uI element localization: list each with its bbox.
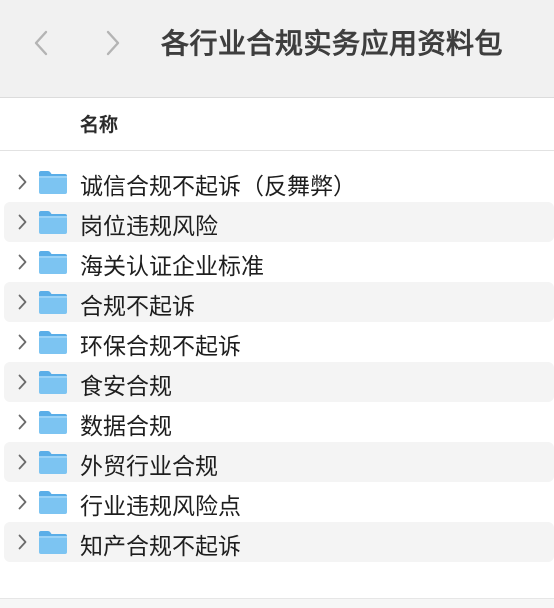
folder-name: 海关认证企业标准 [80, 254, 264, 280]
folder-icon [39, 371, 67, 394]
folder-name: 诚信合规不起诉（反舞弊） [80, 174, 356, 200]
folder-icon [39, 531, 67, 554]
folder-name: 食安合规 [80, 374, 172, 400]
folder-name: 行业违规风险点 [80, 494, 241, 520]
folder-name: 岗位违规风险 [80, 214, 218, 240]
back-button[interactable] [26, 26, 56, 60]
folder-name: 合规不起诉 [80, 294, 195, 320]
folder-icon [39, 491, 67, 514]
disclosure-chevron-icon[interactable] [16, 372, 28, 392]
folder-icon [39, 291, 67, 314]
folder-name: 知产合规不起诉 [80, 534, 241, 560]
folder-icon [39, 211, 67, 234]
toolbar: 各行业合规实务应用资料包 [0, 0, 554, 98]
name-column-header[interactable]: 名称 [80, 110, 118, 137]
status-bar [0, 598, 554, 608]
list-item[interactable]: 食安合规 [4, 362, 554, 402]
list-item[interactable]: 环保合规不起诉 [4, 322, 554, 362]
folder-icon [39, 331, 67, 354]
disclosure-chevron-icon[interactable] [16, 492, 28, 512]
list-item[interactable]: 知产合规不起诉 [4, 522, 554, 562]
folder-list: 诚信合规不起诉（反舞弊） 岗位违规风险 海关认证企业标准 合规不起诉 环保合规不… [0, 162, 554, 562]
window-title: 各行业合规实务应用资料包 [161, 27, 504, 60]
chevron-right-icon [106, 30, 120, 56]
folder-name: 环保合规不起诉 [80, 334, 241, 360]
disclosure-chevron-icon[interactable] [16, 332, 28, 352]
folder-icon [39, 411, 67, 434]
list-item[interactable]: 诚信合规不起诉（反舞弊） [4, 162, 554, 202]
disclosure-chevron-icon[interactable] [16, 252, 28, 272]
forward-button[interactable] [98, 26, 128, 60]
disclosure-chevron-icon[interactable] [16, 412, 28, 432]
list-item[interactable]: 岗位违规风险 [4, 202, 554, 242]
disclosure-chevron-icon[interactable] [16, 452, 28, 472]
disclosure-chevron-icon[interactable] [16, 532, 28, 552]
finder-window: 各行业合规实务应用资料包 名称 诚信合规不起诉（反舞弊） 岗位违规风险 海关认证… [0, 0, 554, 608]
list-item[interactable]: 合规不起诉 [4, 282, 554, 322]
folder-name: 外贸行业合规 [80, 454, 218, 480]
folder-icon [39, 171, 67, 194]
folder-name: 数据合规 [80, 414, 172, 440]
list-item[interactable]: 外贸行业合规 [4, 442, 554, 482]
list-item[interactable]: 数据合规 [4, 402, 554, 442]
disclosure-chevron-icon[interactable] [16, 212, 28, 232]
chevron-left-icon [34, 30, 48, 56]
disclosure-chevron-icon[interactable] [16, 292, 28, 312]
disclosure-chevron-icon[interactable] [16, 172, 28, 192]
list-item[interactable]: 海关认证企业标准 [4, 242, 554, 282]
list-item[interactable]: 行业违规风险点 [4, 482, 554, 522]
folder-icon [39, 251, 67, 274]
list-header[interactable]: 名称 [0, 98, 554, 151]
folder-icon [39, 451, 67, 474]
